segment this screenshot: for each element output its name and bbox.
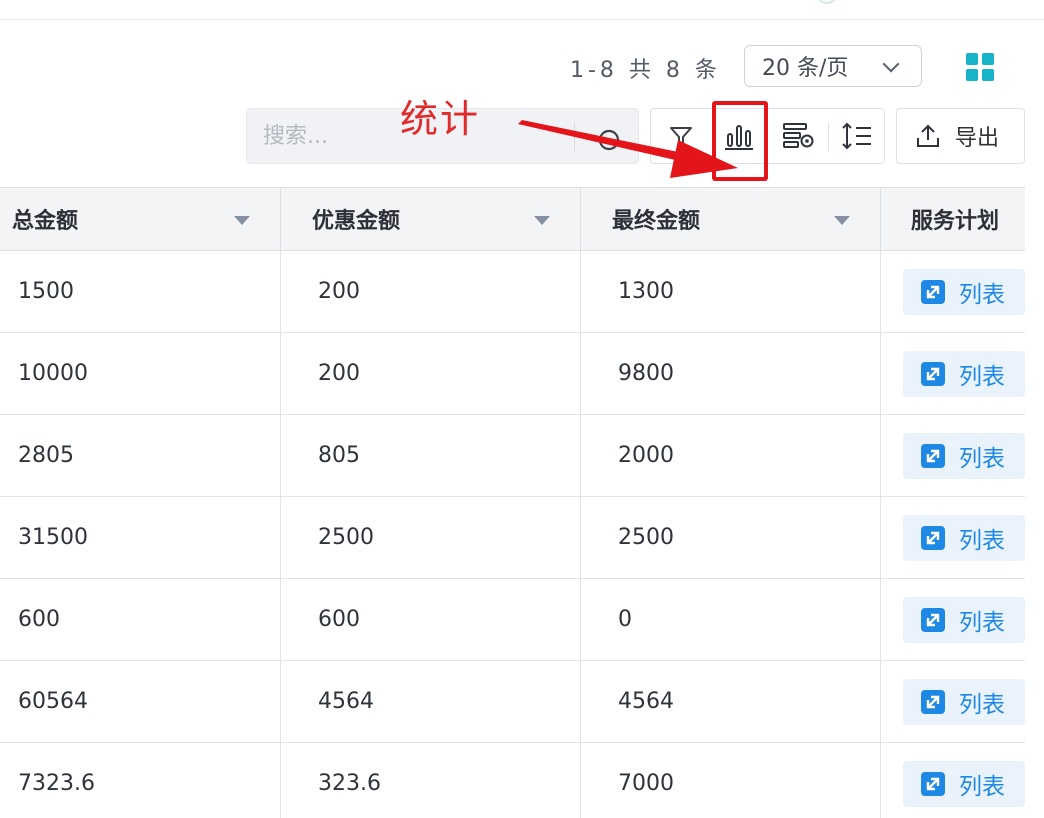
table-header: 总金额 优惠金额 最终金额 服务计划 xyxy=(0,187,1025,251)
cell-final: 4564 xyxy=(581,661,881,742)
table-row: 10000 200 9800 列表 xyxy=(0,333,1025,415)
cell-total: 7323.6 xyxy=(0,743,281,818)
grid-view-icon[interactable] xyxy=(966,53,994,81)
annotation-arrow xyxy=(518,120,738,178)
plan-list-label: 列表 xyxy=(959,773,1005,800)
table-row: 31500 2500 2500 列表 xyxy=(0,497,1025,579)
cell-discount: 2500 xyxy=(281,497,581,578)
plan-list-label: 列表 xyxy=(959,363,1005,390)
row-height-button[interactable] xyxy=(829,109,885,163)
cell-total: 60564 xyxy=(0,661,281,742)
cell-discount: 323.6 xyxy=(281,743,581,818)
plan-list-label: 列表 xyxy=(959,445,1005,472)
cell-plan: 列表 xyxy=(881,415,1025,496)
cell-plan: 列表 xyxy=(881,333,1025,414)
table-row: 2805 805 2000 列表 xyxy=(0,415,1025,497)
column-header-label: 服务计划 xyxy=(911,209,1000,234)
cell-plan: 列表 xyxy=(881,497,1025,578)
column-header-label: 最终金额 xyxy=(612,209,701,234)
table-row: 600 600 0 列表 xyxy=(0,579,1025,661)
cell-discount: 4564 xyxy=(281,661,581,742)
expand-icon xyxy=(921,607,945,632)
cell-total: 31500 xyxy=(0,497,281,578)
cell-plan: 列表 xyxy=(881,579,1025,660)
row-height-icon xyxy=(842,122,871,150)
expand-icon xyxy=(921,689,945,714)
plan-list-label: 列表 xyxy=(959,527,1005,554)
pagination-count: 1-8 共 8 条 xyxy=(570,58,721,83)
upload-icon xyxy=(917,124,939,147)
column-header-discount[interactable]: 优惠金额 xyxy=(281,188,581,250)
cell-final: 0 xyxy=(581,579,881,660)
page-size-value: 20 条/页 xyxy=(762,56,849,81)
cell-total: 1500 xyxy=(0,251,281,332)
sort-caret-icon[interactable] xyxy=(234,216,250,225)
plan-list-button[interactable]: 列表 xyxy=(903,596,1025,643)
cell-total: 10000 xyxy=(0,333,281,414)
export-label: 导出 xyxy=(955,126,1000,151)
status-indicator xyxy=(816,0,838,4)
chevron-down-icon xyxy=(882,55,900,73)
table-row: 60564 4564 4564 列表 xyxy=(0,661,1025,743)
data-table: 总金额 优惠金额 最终金额 服务计划 1500 200 1300 列表 1000… xyxy=(0,187,1025,818)
plan-list-button[interactable]: 列表 xyxy=(903,432,1025,479)
expand-icon xyxy=(921,525,945,550)
cell-discount: 600 xyxy=(281,579,581,660)
plan-list-button[interactable]: 列表 xyxy=(903,678,1025,725)
cell-final: 1300 xyxy=(581,251,881,332)
table-page: 1-8 共 8 条 20 条/页 搜索... 导出 统计 总金额 优惠金额 最终… xyxy=(0,0,1044,818)
cell-discount: 805 xyxy=(281,415,581,496)
column-settings-icon xyxy=(783,123,814,148)
expand-icon xyxy=(921,443,945,468)
column-header-final[interactable]: 最终金额 xyxy=(581,188,881,250)
plan-list-button[interactable]: 列表 xyxy=(903,350,1025,397)
plan-list-button[interactable]: 列表 xyxy=(903,268,1025,315)
cell-plan: 列表 xyxy=(881,661,1025,742)
annotation-highlight-box xyxy=(712,101,768,181)
cell-discount: 200 xyxy=(281,333,581,414)
cell-total: 600 xyxy=(0,579,281,660)
cell-plan: 列表 xyxy=(881,743,1025,818)
table-row: 1500 200 1300 列表 xyxy=(0,251,1025,333)
expand-icon xyxy=(921,279,945,304)
column-header-plan: 服务计划 xyxy=(881,188,1025,250)
cell-final: 2500 xyxy=(581,497,881,578)
cell-total: 2805 xyxy=(0,415,281,496)
plan-list-button[interactable]: 列表 xyxy=(903,760,1025,807)
plan-list-label: 列表 xyxy=(959,609,1005,636)
top-bar xyxy=(0,0,1044,20)
column-header-label: 总金额 xyxy=(12,209,79,234)
plan-list-label: 列表 xyxy=(959,281,1005,308)
annotation-label: 统计 xyxy=(400,97,481,141)
expand-icon xyxy=(921,361,945,386)
cell-discount: 200 xyxy=(281,251,581,332)
plan-list-label: 列表 xyxy=(959,691,1005,718)
sort-caret-icon[interactable] xyxy=(834,216,850,225)
column-header-total[interactable]: 总金额 xyxy=(0,188,281,250)
plan-list-button[interactable]: 列表 xyxy=(903,514,1025,561)
table-row: 7323.6 323.6 7000 列表 xyxy=(0,743,1025,818)
cell-final: 7000 xyxy=(581,743,881,818)
cell-final: 9800 xyxy=(581,333,881,414)
export-button[interactable]: 导出 xyxy=(896,108,1025,164)
cell-final: 2000 xyxy=(581,415,881,496)
cell-plan: 列表 xyxy=(881,251,1025,332)
expand-icon xyxy=(921,771,945,796)
column-header-label: 优惠金额 xyxy=(312,209,401,234)
sort-caret-icon[interactable] xyxy=(534,216,550,225)
page-size-select[interactable]: 20 条/页 xyxy=(744,45,922,87)
column-settings-button[interactable] xyxy=(771,109,827,163)
